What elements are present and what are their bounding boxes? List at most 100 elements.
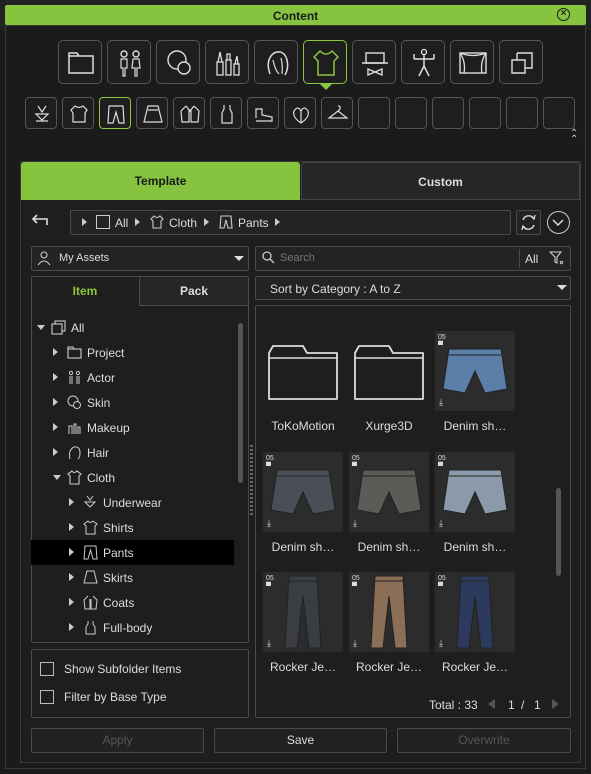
close-icon[interactable]: ×: [557, 8, 570, 21]
subtab-item[interactable]: Item: [32, 277, 138, 306]
breadcrumb-arrow[interactable]: [135, 218, 140, 226]
subcategory-gloves-button[interactable]: [284, 97, 316, 129]
tree-item-cloth[interactable]: Cloth: [31, 465, 234, 490]
asset-thumbnail[interactable]: 05 ▀ ⤓: [435, 331, 515, 411]
tree-item-hair[interactable]: Hair: [31, 440, 234, 465]
tree-label: Pants: [103, 546, 134, 560]
subtab-pack[interactable]: Pack: [139, 277, 248, 306]
expand-arrow-icon[interactable]: [69, 498, 74, 506]
refresh-button[interactable]: [516, 210, 541, 235]
category-folder-button[interactable]: [58, 40, 102, 84]
tree-item-makeup[interactable]: Makeup: [31, 415, 234, 440]
pack-badge: 05 ▀: [438, 575, 446, 590]
expand-arrow-icon[interactable]: [69, 623, 74, 631]
subcategory-shoes-button[interactable]: [247, 97, 279, 129]
assets-dropdown-label: My Assets: [59, 252, 110, 264]
folder-item[interactable]: [263, 331, 343, 411]
next-page-icon[interactable]: [552, 699, 559, 709]
grid-scrollbar[interactable]: [556, 488, 561, 576]
tree-item-pants[interactable]: Pants: [31, 540, 234, 565]
category-accessory-button[interactable]: [352, 40, 396, 84]
asset-thumbnail[interactable]: 05 ▀ ⤓: [263, 452, 343, 532]
subcategory-skirts-button[interactable]: [136, 97, 168, 129]
tree-item-fullbody[interactable]: Full-body: [31, 615, 234, 640]
tree-item-project[interactable]: Project: [31, 340, 234, 365]
tree-item-skin[interactable]: Skin: [31, 390, 234, 415]
category-actor-button[interactable]: [107, 40, 151, 84]
tree-item-coats[interactable]: Coats: [31, 590, 234, 615]
tree-label: Makeup: [87, 421, 130, 435]
expand-arrow-icon[interactable]: [53, 448, 58, 456]
asset-thumbnail[interactable]: 05 ▀ ⤓: [349, 572, 429, 652]
apply-button[interactable]: Apply: [31, 728, 204, 753]
subcategory-pants-button[interactable]: [99, 97, 131, 129]
back-icon[interactable]: [31, 213, 51, 229]
subcategory-shirts-button[interactable]: [62, 97, 94, 129]
splitter-handle[interactable]: [250, 445, 253, 515]
category-motion-button[interactable]: [401, 40, 445, 84]
tree-label: Actor: [87, 371, 116, 385]
breadcrumb-arrow[interactable]: [82, 218, 87, 226]
pants-icon: [218, 214, 234, 230]
asset-thumbnail[interactable]: 05 ▀ ⤓: [435, 572, 515, 652]
expand-arrow-icon[interactable]: [69, 573, 74, 581]
tree-scrollbar[interactable]: [238, 323, 243, 483]
sort-label: Sort by Category : A to Z: [270, 282, 401, 296]
download-icon: ⤓: [439, 518, 443, 528]
prev-page-icon[interactable]: [488, 699, 495, 709]
subcategory-underwear-button[interactable]: [25, 97, 57, 129]
tree-label: Skin: [87, 396, 111, 410]
asset-thumbnail[interactable]: 05 ▀ ⤓: [263, 572, 343, 652]
tab-template[interactable]: Template: [21, 162, 300, 200]
category-skin-button[interactable]: [156, 40, 200, 84]
asset-thumbnail[interactable]: 05 ▀ ⤓: [349, 452, 429, 532]
tree-item-skirts[interactable]: Skirts: [31, 565, 234, 590]
save-button[interactable]: Save: [214, 728, 387, 753]
menu-circle-button[interactable]: [547, 211, 570, 234]
breadcrumb-arrow[interactable]: [275, 218, 280, 226]
expand-arrow-icon[interactable]: [53, 348, 58, 356]
folder-item[interactable]: [349, 331, 429, 411]
breadcrumb-arrow[interactable]: [204, 218, 209, 226]
breadcrumb-pants[interactable]: Pants: [238, 216, 269, 230]
asset-thumbnail[interactable]: 05 ▀ ⤓: [435, 452, 515, 532]
denim-shorts-icon: [270, 469, 336, 515]
subcategory-coats-button[interactable]: [173, 97, 205, 129]
breadcrumb-cloth[interactable]: Cloth: [169, 216, 197, 230]
collapse-icon[interactable]: ⌃ ⌃: [570, 129, 578, 145]
expand-arrow-icon[interactable]: [69, 523, 74, 531]
tab-custom[interactable]: Custom: [301, 162, 580, 200]
pants-icon: [83, 545, 98, 560]
expand-arrow-icon[interactable]: [69, 548, 74, 556]
filter-icon[interactable]: [548, 250, 565, 266]
expand-arrow-icon[interactable]: [69, 598, 74, 606]
item-caption: Rocker Je…: [441, 660, 509, 674]
expand-arrow-icon[interactable]: [53, 423, 58, 431]
skin-icon: [167, 50, 191, 75]
jeans-icon: [456, 575, 494, 649]
subfolder-checkbox[interactable]: [40, 662, 54, 676]
category-makeup-button[interactable]: [205, 40, 249, 84]
stage-icon: [459, 52, 487, 74]
tree-item-shirts[interactable]: Shirts: [31, 515, 234, 540]
tree-item-all[interactable]: All: [31, 315, 234, 340]
expand-arrow-icon[interactable]: [53, 475, 61, 480]
download-icon: ⤓: [439, 397, 443, 407]
breadcrumb-all[interactable]: All: [115, 216, 128, 230]
expand-arrow-icon[interactable]: [53, 398, 58, 406]
overwrite-button[interactable]: Overwrite: [397, 728, 571, 753]
expand-arrow-icon[interactable]: [53, 373, 58, 381]
category-scene-button[interactable]: [499, 40, 543, 84]
base-type-checkbox[interactable]: [40, 690, 54, 704]
fullbody-icon: [221, 105, 233, 124]
search-filter-label[interactable]: All: [525, 252, 538, 266]
window-title: Content: [272, 9, 319, 23]
subcategory-hanger-button[interactable]: [321, 97, 353, 129]
category-hair-button[interactable]: [254, 40, 298, 84]
tree-item-underwear[interactable]: Underwear: [31, 490, 234, 515]
category-stage-button[interactable]: [450, 40, 494, 84]
tree-item-actor[interactable]: Actor: [31, 365, 234, 390]
subcategory-fullbody-button[interactable]: [210, 97, 242, 129]
expand-arrow-icon[interactable]: [37, 325, 45, 330]
category-cloth-button[interactable]: [303, 40, 347, 84]
